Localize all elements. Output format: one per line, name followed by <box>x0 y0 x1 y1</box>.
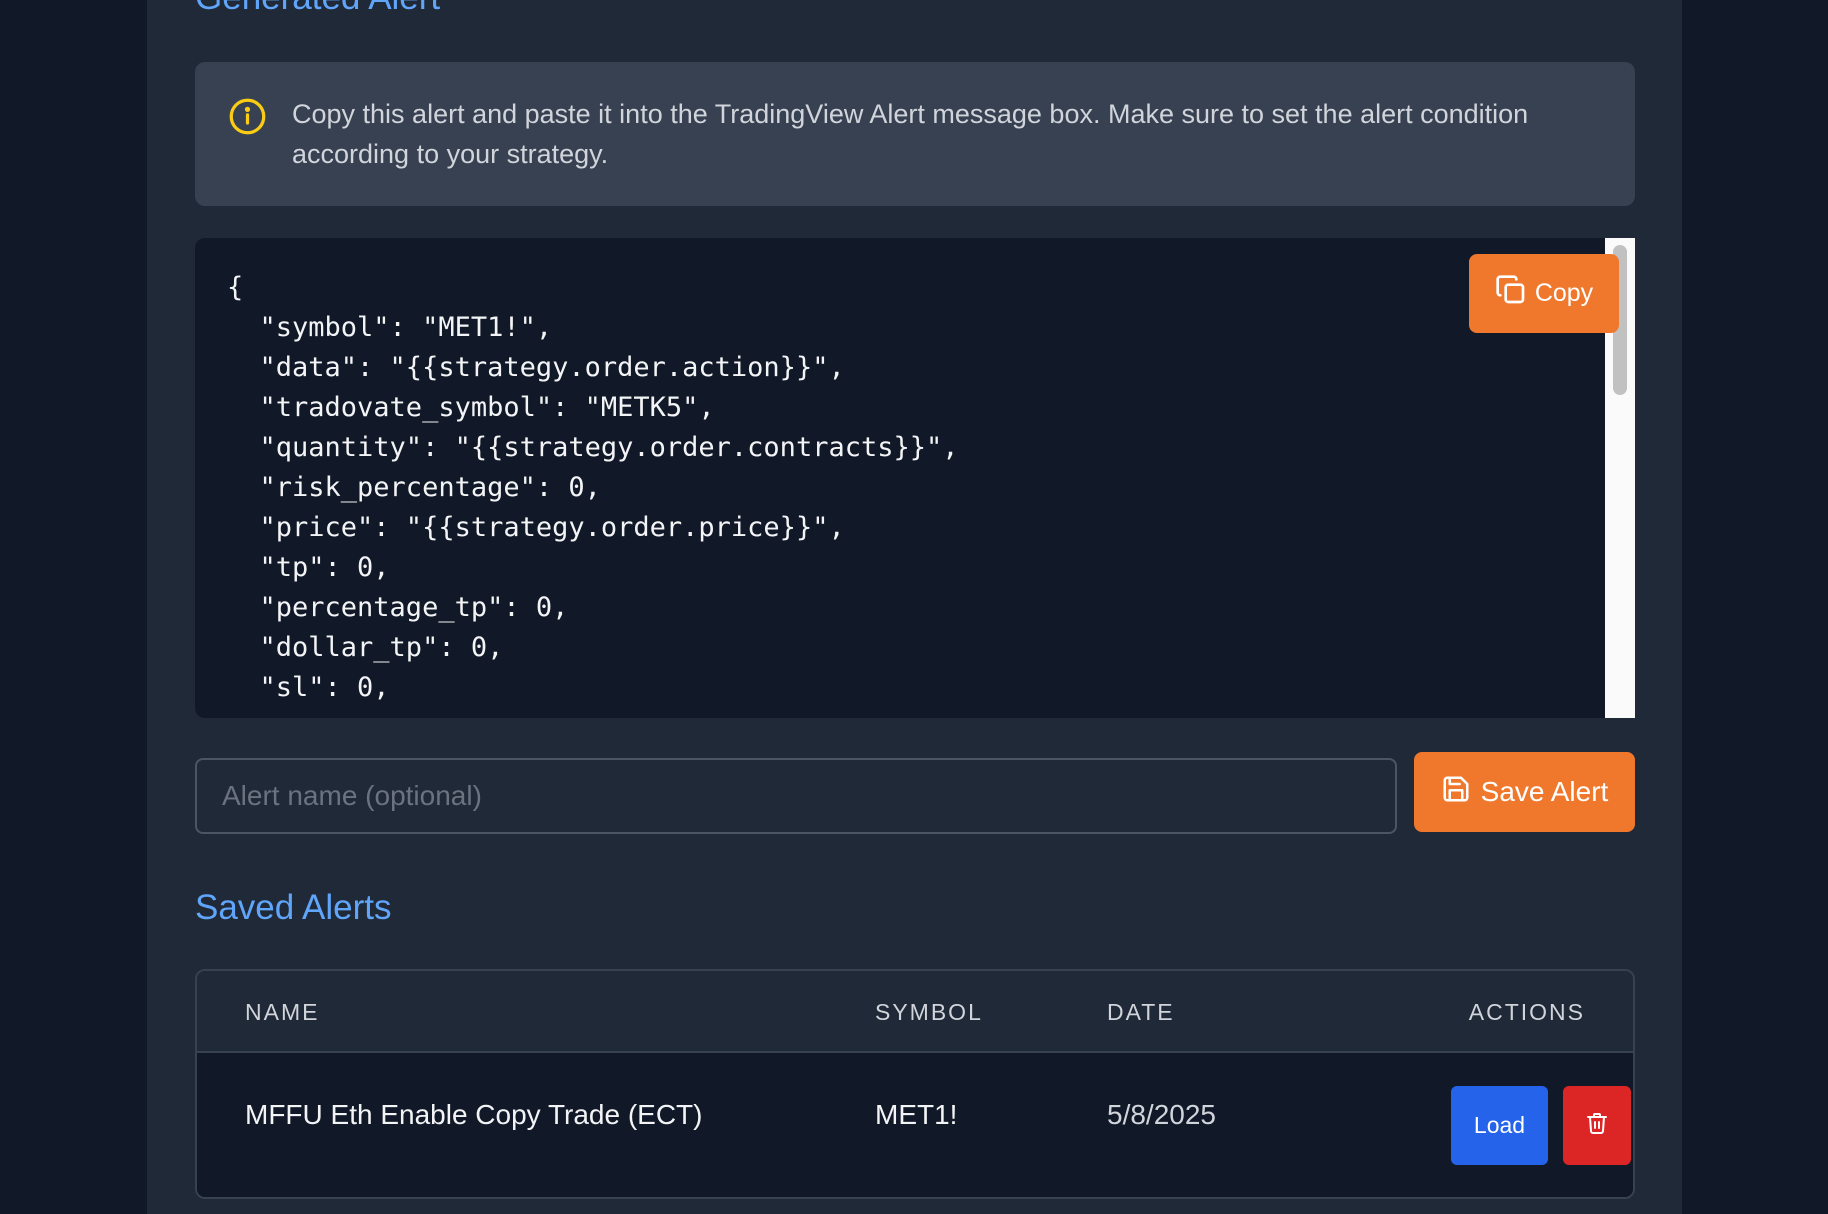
column-header-actions: ACTIONS <box>1468 999 1585 1025</box>
info-message: Copy this alert and paste it into the Tr… <box>292 99 1529 169</box>
saved-alerts-title: Saved Alerts <box>195 888 392 927</box>
copy-label: Copy <box>1534 279 1594 307</box>
trash-icon <box>1585 1111 1609 1140</box>
generated-alert-title: Generated Alert <box>195 0 440 18</box>
main-panel: Generated Alert Copy this alert and past… <box>147 0 1682 1214</box>
alert-code-block[interactable]: { "symbol": "MET1!", "data": "{{strategy… <box>195 238 1635 718</box>
save-alert-button[interactable]: Save Alert <box>1414 752 1635 832</box>
copy-button[interactable]: Copy <box>1469 254 1619 333</box>
table-header: NAME SYMBOL DATE ACTIONS <box>197 971 1633 1053</box>
info-circle-icon <box>228 97 267 136</box>
alert-json-text[interactable]: { "symbol": "MET1!", "data": "{{strategy… <box>227 268 959 708</box>
save-alert-label: Save Alert <box>1480 776 1609 807</box>
column-header-name: NAME <box>245 999 320 1025</box>
copy-icon <box>1495 274 1527 313</box>
column-header-symbol: SYMBOL <box>875 999 983 1025</box>
load-button[interactable]: Load <box>1451 1086 1548 1165</box>
alert-symbol-cell: MET1! <box>875 1099 958 1130</box>
alert-name-input[interactable] <box>195 758 1397 834</box>
table-row: MFFU Eth Enable Copy Trade (ECT) MET1! 5… <box>197 1053 1633 1197</box>
column-header-date: DATE <box>1107 999 1175 1025</box>
info-banner: Copy this alert and paste it into the Tr… <box>195 62 1635 206</box>
alert-date-cell: 5/8/2025 <box>1107 1099 1216 1130</box>
alert-name-cell: MFFU Eth Enable Copy Trade (ECT) <box>245 1099 703 1130</box>
saved-alerts-table: NAME SYMBOL DATE ACTIONS MFFU Eth Enable… <box>195 969 1635 1199</box>
save-icon <box>1441 774 1471 811</box>
delete-button[interactable] <box>1563 1086 1631 1165</box>
